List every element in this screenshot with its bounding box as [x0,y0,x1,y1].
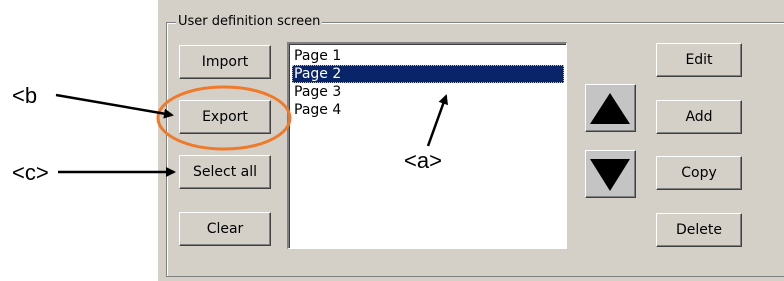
arrow-b [55,93,174,119]
annotation-overlay [55,85,448,177]
arrow-a [426,94,448,147]
annotation-label-a: <a> [404,148,442,173]
export-highlight-ring [156,85,292,151]
annotation-label-c: <c> [12,160,49,185]
annotation-label-b: <b [12,83,38,108]
